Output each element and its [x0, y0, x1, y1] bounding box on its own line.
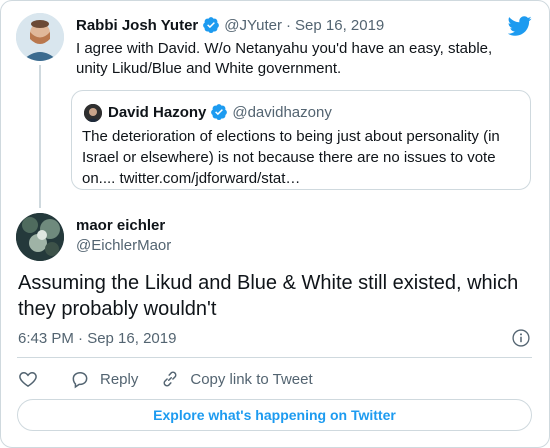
reply-icon	[72, 371, 88, 389]
avatar-josh-yuter[interactable]	[16, 13, 64, 61]
thread-connector-line	[39, 65, 41, 208]
author-handle[interactable]: @JYuter	[224, 17, 282, 34]
author-name[interactable]: Rabbi Josh Yuter	[76, 17, 198, 34]
reply-label: Reply	[100, 370, 139, 388]
twitter-bird-icon[interactable]	[508, 14, 532, 38]
action-bar: Reply Copy link to Tweet	[18, 369, 313, 389]
separator-dot: ·	[286, 16, 292, 34]
copy-link-button[interactable]: Copy link to Tweet	[160, 369, 313, 389]
heart-icon	[19, 371, 37, 387]
tweet-date[interactable]: Sep 16, 2019	[295, 17, 384, 34]
like-button[interactable]	[18, 369, 38, 389]
verified-badge-icon	[211, 104, 228, 120]
quoted-tweet-header: David Hazony @davidhazony	[108, 103, 332, 121]
main-author-handle[interactable]: @EichlerMaor	[76, 237, 171, 254]
info-icon[interactable]	[511, 328, 531, 348]
explore-twitter-button[interactable]: Explore what's happening on Twitter	[17, 399, 532, 431]
avatar-david-hazony	[84, 104, 102, 122]
explore-label: Explore what's happening on Twitter	[153, 407, 396, 423]
parent-tweet-header: Rabbi Josh Yuter @JYuter · Sep 16, 2019	[76, 16, 384, 34]
avatar-maor-eichler[interactable]	[16, 213, 64, 261]
main-tweet-text: Assuming the Likud and Blue & White stil…	[18, 272, 519, 320]
quoted-author-handle: @davidhazony	[232, 103, 332, 121]
copy-link-label: Copy link to Tweet	[190, 370, 313, 388]
link-icon	[163, 371, 177, 387]
parent-tweet-text: I agree with David. W/o Netanyahu you'd …	[76, 40, 493, 77]
tweet-timestamp[interactable]: 6:43 PM · Sep 16, 2019	[18, 330, 176, 347]
quoted-author-name: David Hazony	[108, 103, 207, 121]
verified-badge-icon	[203, 17, 220, 33]
quoted-tweet-text: The deterioration of elections to being …	[82, 128, 500, 187]
main-author-name[interactable]: maor eichler	[76, 217, 165, 234]
divider	[17, 357, 532, 358]
reply-button[interactable]: Reply	[70, 369, 138, 389]
